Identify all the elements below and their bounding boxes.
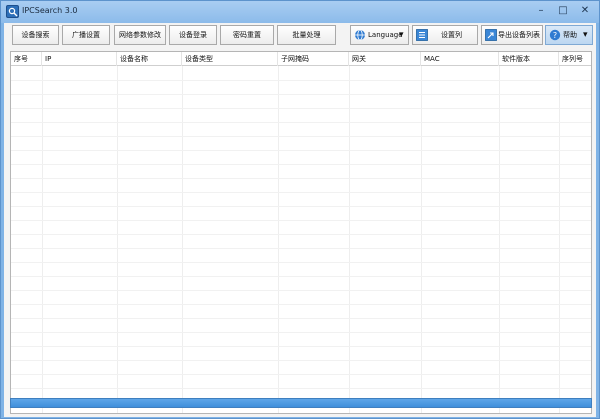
- table-row-divider: [11, 388, 591, 389]
- table-row-divider: [11, 234, 591, 235]
- table-row-divider: [11, 248, 591, 249]
- help-label: 帮助: [563, 31, 577, 39]
- set-columns-label: 设置列: [441, 31, 462, 39]
- table-header: 序号 IP 设备名称 设备类型 子网掩码 网关 MAC 软件版本 序列号: [11, 52, 591, 66]
- column-divider: [421, 66, 422, 413]
- maximize-button[interactable]: □: [555, 4, 571, 18]
- table-row-divider: [11, 304, 591, 305]
- export-list-button[interactable]: 导出设备列表: [481, 25, 543, 45]
- column-header-subnet-mask[interactable]: 子网掩码: [278, 52, 349, 66]
- table-row-divider: [11, 318, 591, 319]
- export-list-label: 导出设备列表: [498, 31, 540, 39]
- table-row-divider: [11, 276, 591, 277]
- column-divider: [499, 66, 500, 413]
- table-row-divider: [11, 346, 591, 347]
- column-header-ip[interactable]: IP: [42, 52, 117, 66]
- chevron-down-icon: ▾: [583, 30, 588, 40]
- main-panel: 设备搜索 广播设置 网络参数修改 设备登录 密码重置 批量处理 Language…: [4, 23, 596, 417]
- export-icon: [485, 29, 497, 41]
- language-label: Language: [368, 31, 403, 39]
- close-button[interactable]: ✕: [577, 4, 593, 18]
- column-header-serial-number[interactable]: 序列号: [559, 52, 591, 66]
- table-row-divider: [11, 290, 591, 291]
- window-title: IPCSearch 3.0: [22, 6, 78, 15]
- column-divider: [278, 66, 279, 413]
- language-dropdown[interactable]: Language ▾: [350, 25, 409, 45]
- password-reset-button[interactable]: 密码重置: [220, 25, 274, 45]
- column-header-index[interactable]: 序号: [11, 52, 42, 66]
- table-row-divider: [11, 80, 591, 81]
- column-divider: [182, 66, 183, 413]
- table-row-divider: [11, 262, 591, 263]
- table-row-divider: [11, 136, 591, 137]
- column-header-mac[interactable]: MAC: [421, 52, 499, 66]
- help-icon: ?: [549, 29, 561, 41]
- set-columns-button[interactable]: 设置列: [412, 25, 478, 45]
- help-dropdown[interactable]: ? 帮助 ▾: [545, 25, 593, 45]
- app-window: IPCSearch 3.0 – □ ✕ 设备搜索 广播设置 网络参数修改 设备登…: [0, 0, 600, 419]
- table-row-divider: [11, 360, 591, 361]
- chevron-down-icon: ▾: [399, 30, 404, 40]
- table-row-divider: [11, 94, 591, 95]
- table-row-divider: [11, 220, 591, 221]
- table-row-divider: [11, 150, 591, 151]
- device-table[interactable]: 序号 IP 设备名称 设备类型 子网掩码 网关 MAC 软件版本 序列号: [10, 51, 592, 414]
- table-row-divider: [11, 108, 591, 109]
- app-search-icon: [6, 5, 19, 18]
- table-row-divider: [11, 206, 591, 207]
- broadcast-settings-button[interactable]: 广播设置: [62, 25, 110, 45]
- table-row-divider: [11, 192, 591, 193]
- list-icon: [416, 29, 428, 41]
- column-header-gateway[interactable]: 网关: [349, 52, 421, 66]
- title-bar[interactable]: IPCSearch 3.0 – □ ✕: [1, 1, 599, 23]
- table-row-divider: [11, 178, 591, 179]
- column-divider: [42, 66, 43, 413]
- table-row-divider: [11, 122, 591, 123]
- network-params-button[interactable]: 网络参数修改: [114, 25, 166, 45]
- batch-process-button[interactable]: 批量处理: [277, 25, 336, 45]
- column-divider: [349, 66, 350, 413]
- column-divider: [117, 66, 118, 413]
- column-header-software-version[interactable]: 软件版本: [499, 52, 559, 66]
- column-divider: [559, 66, 560, 413]
- table-row-divider: [11, 374, 591, 375]
- column-header-device-type[interactable]: 设备类型: [182, 52, 278, 66]
- globe-icon: [354, 29, 366, 41]
- progress-bar: [10, 398, 592, 408]
- device-login-button[interactable]: 设备登录: [169, 25, 217, 45]
- table-row-divider: [11, 332, 591, 333]
- table-row-divider: [11, 164, 591, 165]
- column-header-device-name[interactable]: 设备名称: [117, 52, 182, 66]
- minimize-button[interactable]: –: [533, 4, 549, 18]
- search-devices-button[interactable]: 设备搜索: [12, 25, 59, 45]
- svg-text:?: ?: [553, 31, 557, 40]
